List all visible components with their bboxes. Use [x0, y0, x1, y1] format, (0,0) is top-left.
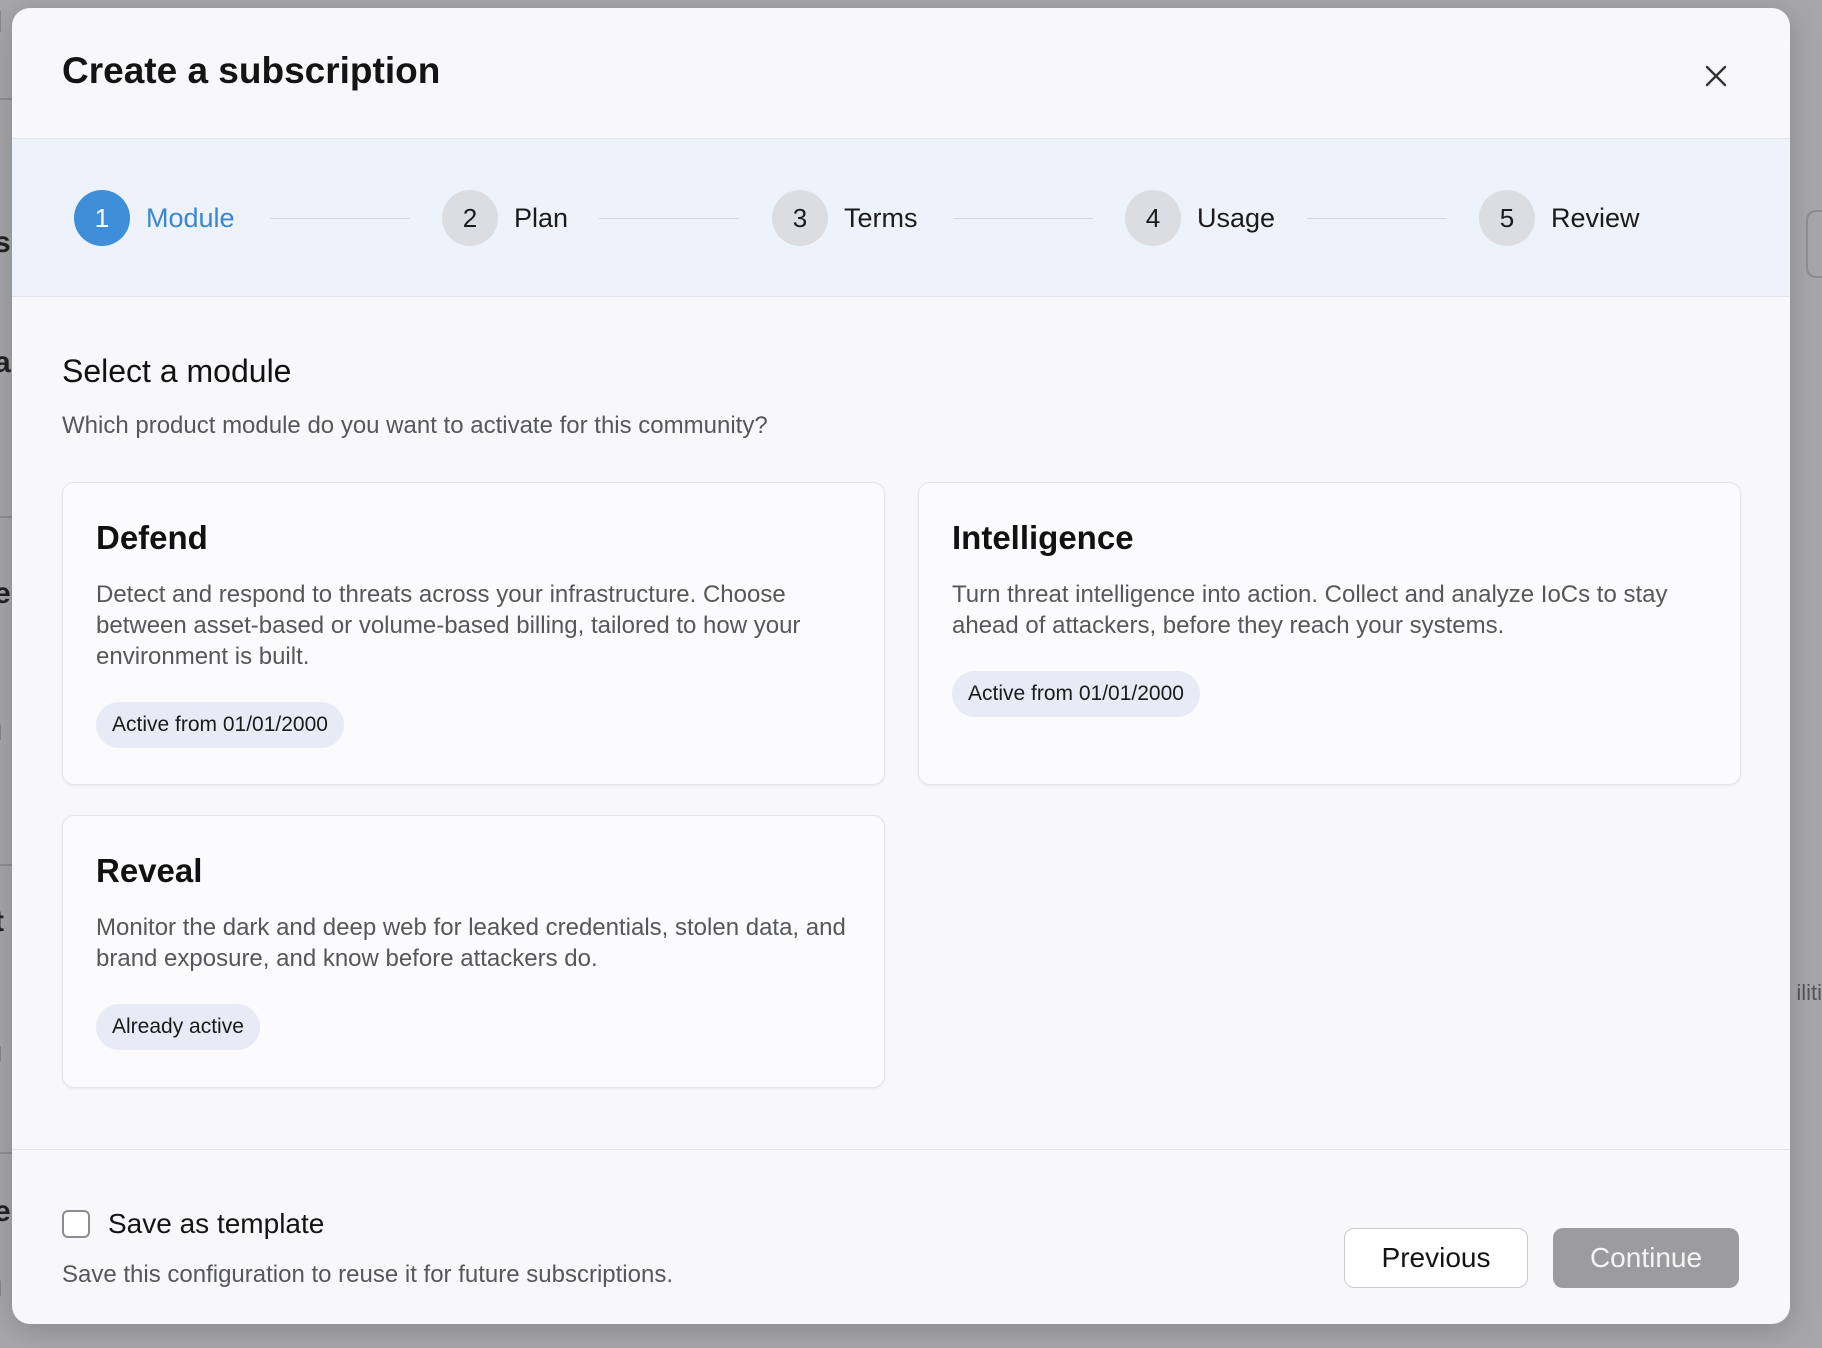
modal-footer: Save as template Save this configuration… — [12, 1149, 1790, 1324]
module-card-reveal[interactable]: Reveal Monitor the dark and deep web for… — [62, 815, 885, 1088]
continue-button[interactable]: Continue — [1553, 1228, 1739, 1288]
step-label: Terms — [844, 202, 918, 233]
step-number: 2 — [442, 190, 498, 246]
bg-fragment: iliti — [1796, 980, 1822, 1005]
step-connector — [270, 218, 410, 219]
bg-fragment: l — [0, 6, 2, 40]
save-template-checkbox[interactable] — [62, 1210, 90, 1238]
step-number: 4 — [1125, 190, 1181, 246]
step-terms[interactable]: 3 Terms — [772, 190, 918, 246]
step-module[interactable]: 1 Module — [74, 190, 235, 246]
save-template-label: Save as template — [108, 1208, 325, 1239]
bg-fragment: t — [0, 905, 4, 939]
save-template-toggle[interactable]: Save as template — [62, 1208, 324, 1240]
save-template-hint: Save this configuration to reuse it for … — [62, 1261, 673, 1288]
close-button[interactable] — [1698, 58, 1734, 94]
status-badge: Active from 01/01/2000 — [96, 702, 344, 748]
close-icon — [1705, 65, 1727, 87]
step-connector — [599, 218, 739, 219]
step-label: Review — [1551, 202, 1640, 233]
step-label: Usage — [1197, 202, 1276, 233]
step-number: 5 — [1479, 190, 1535, 246]
bg-fragment: s — [0, 226, 11, 259]
step-connector — [953, 218, 1093, 219]
status-badge: Active from 01/01/2000 — [952, 671, 1200, 717]
step-number: 1 — [74, 190, 130, 246]
stepper: 1 Module 2 Plan 3 Terms 4 Usage 5 Review — [12, 139, 1790, 297]
bg-fragment: e — [0, 577, 11, 610]
module-card-intelligence[interactable]: Intelligence Turn threat intelligence in… — [918, 482, 1741, 785]
module-description: Turn threat intelligence into action. Co… — [952, 581, 1668, 639]
step-label: Module — [146, 202, 235, 233]
module-name: Reveal — [96, 852, 203, 889]
module-description: Monitor the dark and deep web for leaked… — [96, 914, 846, 972]
bg-fragment: ı — [0, 714, 2, 748]
step-usage[interactable]: 4 Usage — [1125, 190, 1275, 246]
bg-fragment: a — [0, 346, 11, 379]
step-plan[interactable]: 2 Plan — [442, 190, 568, 246]
module-card-defend[interactable]: Defend Detect and respond to threats acr… — [62, 482, 885, 785]
modal-header: Create a subscription — [12, 8, 1790, 139]
section-description: Which product module do you want to acti… — [62, 412, 768, 439]
bg-fragment: e — [0, 1195, 11, 1228]
previous-button[interactable]: Previous — [1344, 1228, 1528, 1288]
bg-fragment: ı — [0, 1270, 2, 1304]
step-number: 3 — [772, 190, 828, 246]
section-title: Select a module — [62, 353, 292, 389]
status-badge: Already active — [96, 1004, 260, 1050]
step-connector — [1307, 218, 1447, 219]
step-label: Plan — [514, 202, 569, 233]
module-name: Defend — [96, 519, 208, 556]
create-subscription-modal: Create a subscription 1 Module 2 Plan 3 … — [12, 8, 1790, 1324]
module-description: Detect and respond to threats across you… — [96, 581, 801, 670]
bg-fragment: ı — [0, 1036, 2, 1070]
modal-title: Create a subscription — [62, 50, 441, 91]
step-review[interactable]: 5 Review — [1479, 190, 1640, 246]
module-name: Intelligence — [952, 519, 1134, 556]
bg-fragment — [1806, 210, 1822, 278]
